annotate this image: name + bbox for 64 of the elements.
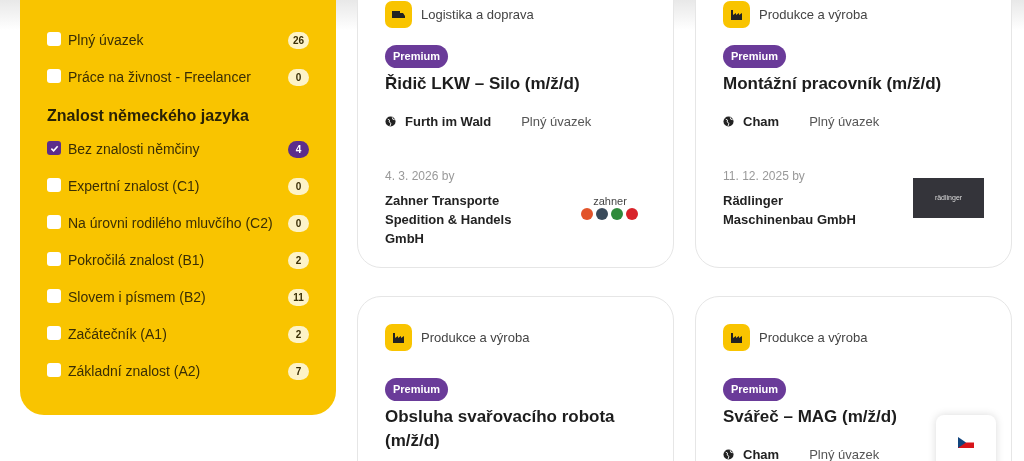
premium-badge: Premium	[385, 45, 449, 68]
checkbox[interactable]	[47, 141, 61, 155]
posted-date: 11. 12. 2025 by	[723, 168, 806, 185]
premium-badge: Premium	[723, 45, 787, 68]
job-title[interactable]: Svářeč – MAG (m/ž/d)	[723, 404, 897, 429]
filter-label: Začátečník (A1)	[68, 325, 168, 344]
premium-badge: Premium	[385, 378, 449, 401]
factory-icon	[723, 324, 750, 351]
count-badge: 11	[288, 289, 309, 306]
location: Cham	[743, 445, 780, 461]
filter-heading: Znalost německého jazyka	[47, 106, 250, 126]
checkbox[interactable]	[47, 326, 61, 340]
count-badge: 26	[287, 32, 309, 49]
check-icon	[49, 143, 59, 153]
posted-date: 4. 3. 2026 by	[385, 168, 456, 185]
flag-icon	[958, 437, 974, 448]
job-card[interactable]: Produkce a výroba Premium Svářeč – MAG (m/ž/d) Cham Plný úvazek	[695, 296, 1012, 461]
checkbox[interactable]	[47, 32, 61, 46]
employment-type: Plný úvazek	[809, 112, 880, 131]
filter-label: Pokročilá znalost (B1)	[68, 251, 206, 270]
checkbox[interactable]	[47, 69, 61, 83]
checkbox[interactable]	[47, 178, 61, 192]
count-badge: 0	[288, 69, 309, 86]
filter-label: Na úrovni rodilého mluvčího (C2)	[68, 214, 274, 233]
category-label: Logistika a doprava	[421, 5, 534, 24]
job-title[interactable]: Montážní pracovník (m/ž/d)	[723, 71, 942, 96]
checkbox[interactable]	[47, 215, 61, 229]
count-badge: 2	[288, 326, 309, 343]
company-name: Zahner Transporte Spedition & Handels GmbH	[385, 192, 513, 248]
truck-icon	[385, 1, 412, 28]
job-title[interactable]: Řidič LKW – Silo (m/ž/d)	[385, 71, 580, 96]
company-logo: zahner	[574, 194, 646, 221]
employment-type: Plný úvazek	[521, 112, 592, 131]
premium-badge: Premium	[723, 378, 787, 401]
employment-type: Plný úvazek	[809, 445, 880, 461]
filter-label: Bez znalosti němčiny	[68, 140, 201, 159]
checkbox[interactable]	[47, 252, 61, 266]
count-badge: 0	[288, 178, 309, 195]
job-card[interactable]: Produkce a výroba Premium Obsluha svařovacího robota (m/ž/d)	[357, 296, 674, 461]
checkbox[interactable]	[47, 363, 61, 377]
location: Furth im Wald	[405, 112, 492, 131]
filter-label: Slovem i písmem (B2)	[68, 288, 207, 307]
count-badge: 7	[288, 363, 309, 380]
category-label: Produkce a výroba	[759, 328, 868, 347]
filter-label: Práce na živnost - Freelancer	[68, 68, 252, 87]
company-name: Rädlinger Maschinenbau GmbH	[723, 192, 857, 229]
factory-icon	[385, 324, 412, 351]
count-badge: 4	[288, 141, 309, 158]
globe-icon	[723, 115, 734, 127]
factory-icon	[723, 1, 750, 28]
category-label: Produkce a výroba	[421, 328, 530, 347]
count-badge: 0	[288, 215, 309, 232]
language-button[interactable]	[936, 415, 996, 461]
filter-label: Plný úvazek	[68, 31, 145, 50]
job-card[interactable]: Logistika a doprava Premium Řidič LKW – Silo (m/ž/d) Furth im Wald Plný úvazek 4. 3. 2026 by Zahner Transporte Spedition & Handels GmbH zahner	[357, 0, 674, 268]
category-label: Produkce a výroba	[759, 5, 868, 24]
globe-icon	[723, 448, 734, 460]
filter-label: Základní znalost (A2)	[68, 362, 202, 381]
count-badge: 2	[288, 252, 309, 269]
job-title[interactable]: Obsluha svařovacího robota (m/ž/d)	[385, 404, 630, 453]
checkbox[interactable]	[47, 289, 61, 303]
location: Cham	[743, 112, 780, 131]
globe-icon	[385, 115, 396, 127]
filter-label: Expertní znalost (C1)	[68, 177, 201, 196]
